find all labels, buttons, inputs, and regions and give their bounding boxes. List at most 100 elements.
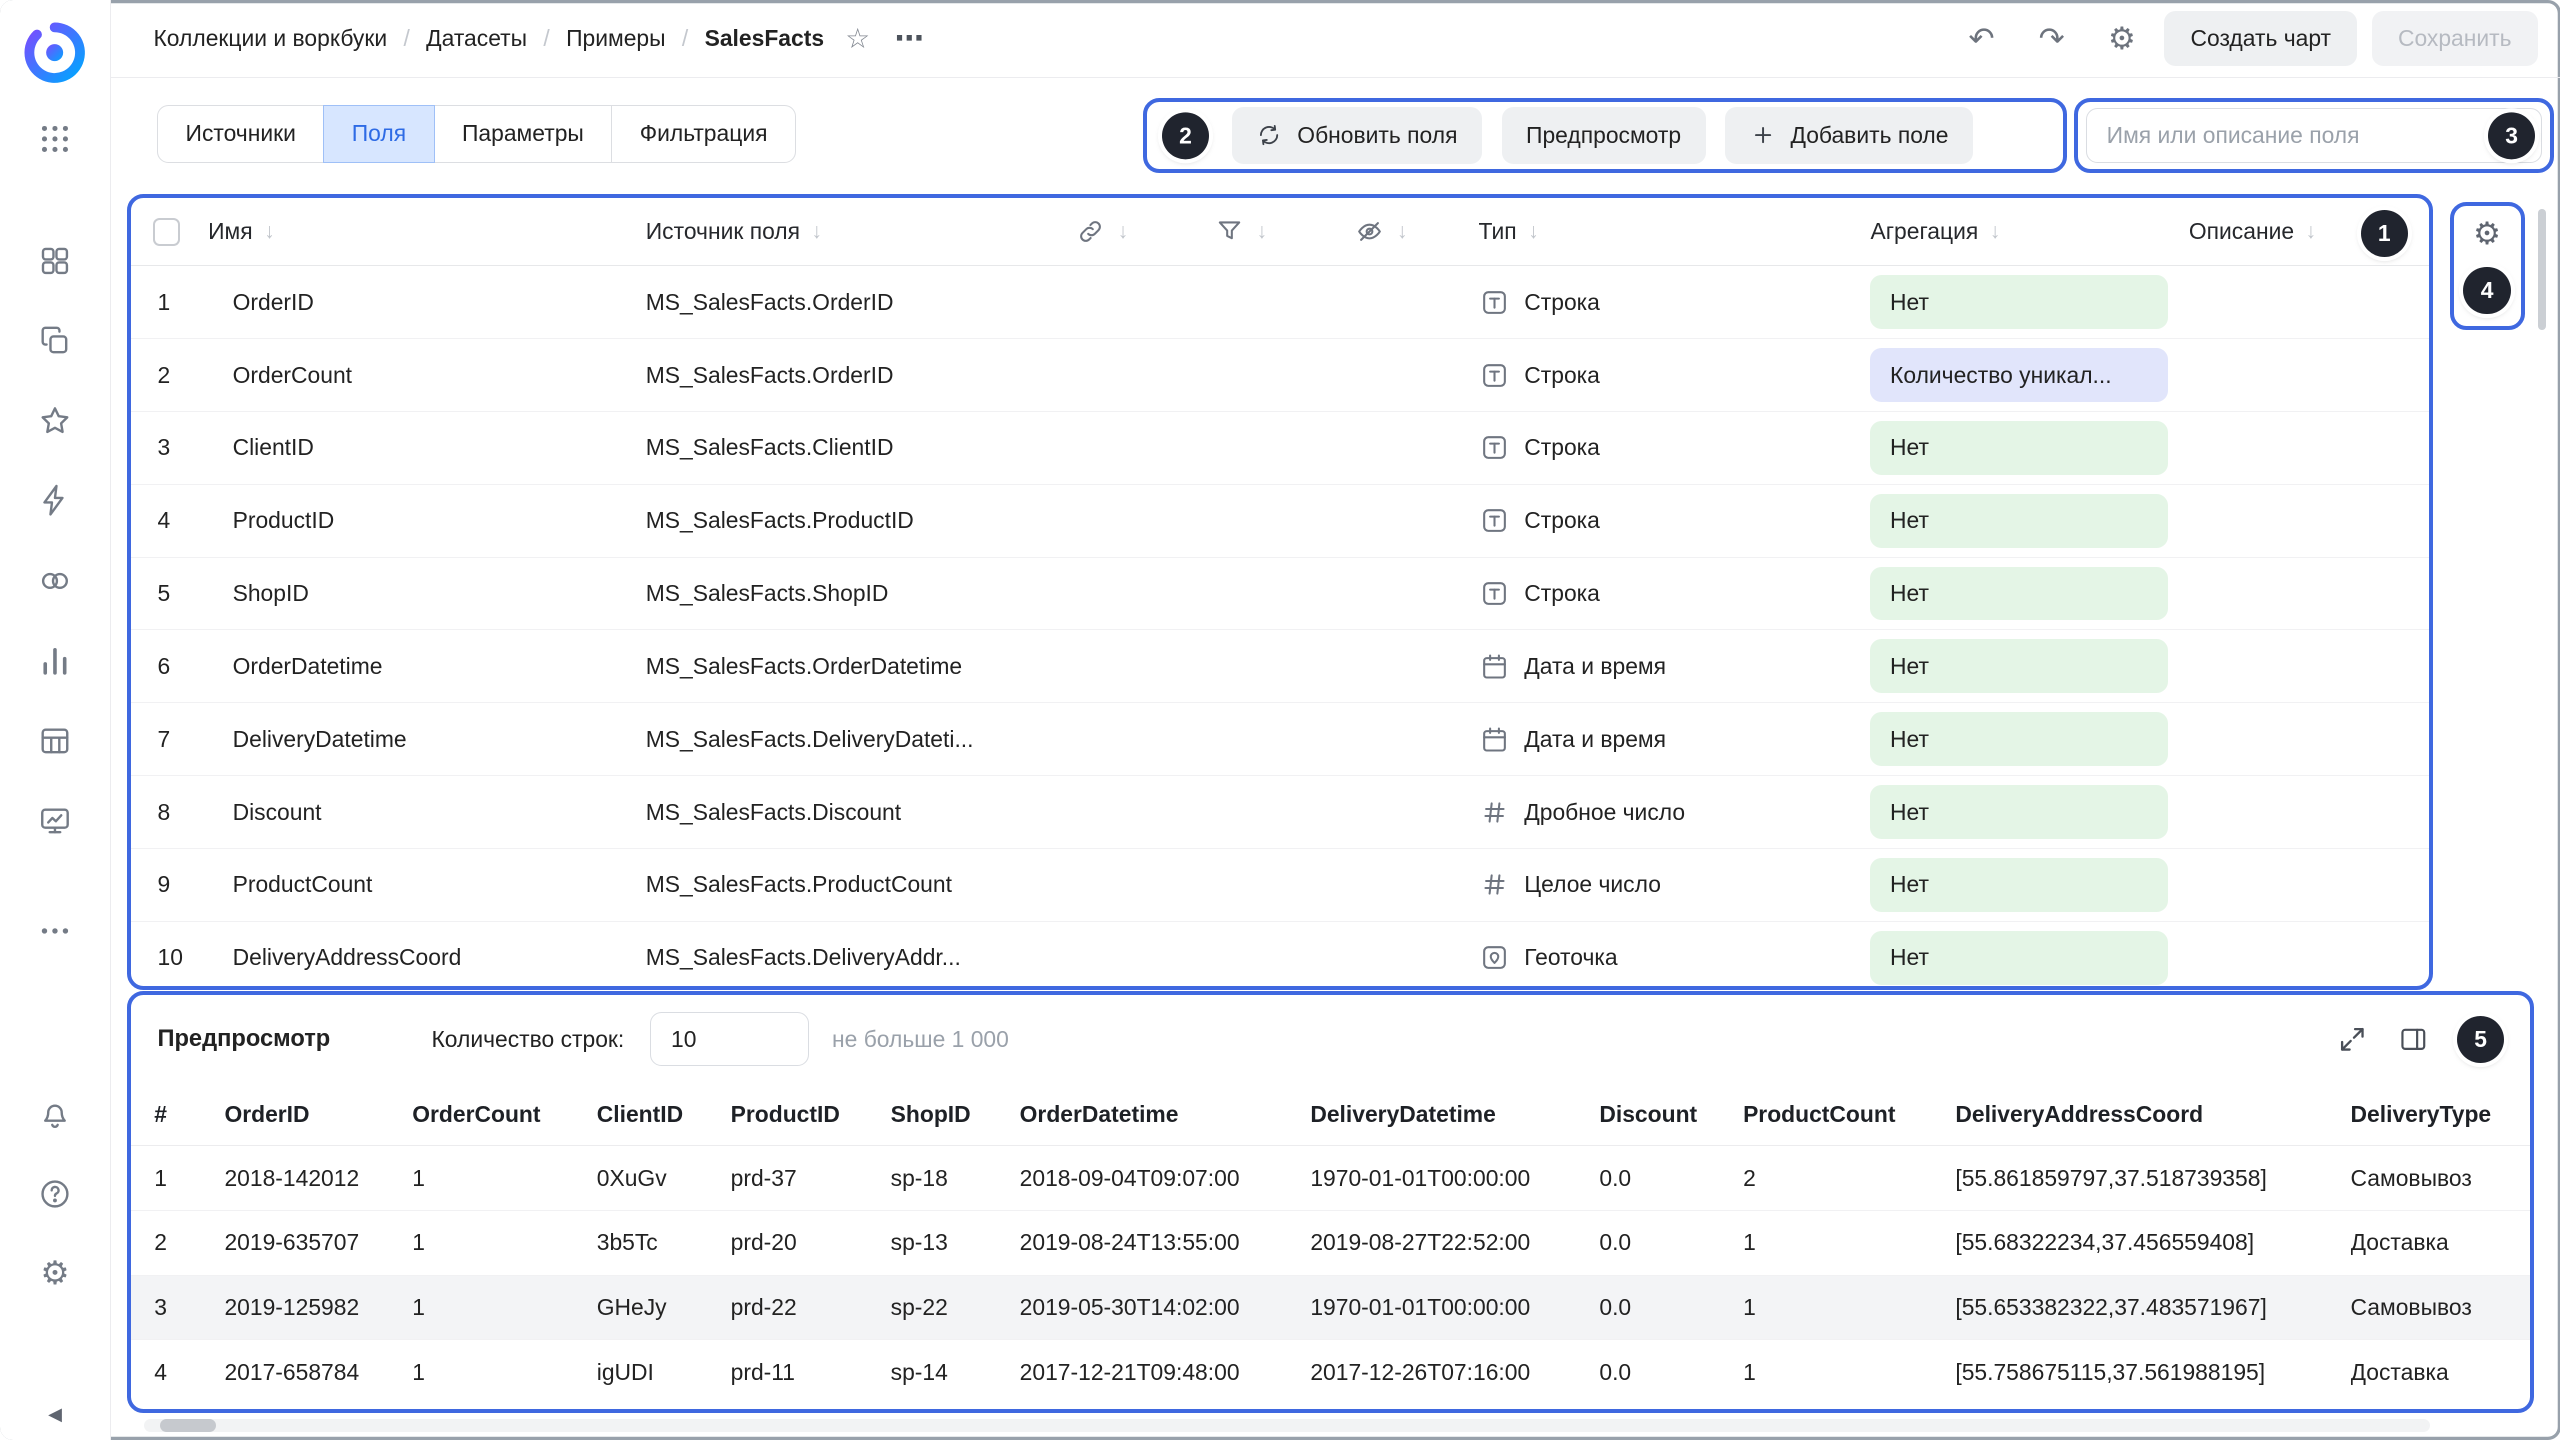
breadcrumb-item[interactable]: Примеры: [566, 25, 666, 52]
field-type-select[interactable]: Строка: [1479, 287, 1871, 318]
settings-gear-icon[interactable]: ⚙: [37, 1256, 73, 1292]
button-label: Предпросмотр: [1526, 122, 1681, 149]
sidebar-bottom-nav: ⚙: [37, 1096, 73, 1292]
field-type-select[interactable]: Дата и время: [1479, 724, 1871, 755]
field-type-select[interactable]: Строка: [1479, 360, 1871, 391]
notifications-bell-icon[interactable]: [37, 1096, 73, 1132]
field-name[interactable]: DeliveryDatetime: [208, 726, 646, 753]
aggregation-select[interactable]: Нет: [1870, 785, 2167, 839]
preview-cell: sp-14: [891, 1359, 1020, 1386]
datalens-logo[interactable]: [22, 20, 87, 85]
add-field-button[interactable]: Добавить поле: [1725, 107, 1973, 164]
field-type-select[interactable]: Дата и время: [1479, 651, 1871, 682]
field-type-select[interactable]: Строка: [1479, 432, 1871, 463]
select-all-cell: [131, 218, 208, 246]
row-count-label: Количество строк:: [431, 1026, 624, 1053]
breadcrumb-more-button[interactable]: ⋯: [895, 24, 926, 53]
more-icon[interactable]: [37, 913, 73, 949]
aggregation-select[interactable]: Нет: [1870, 275, 2167, 329]
table-settings-button[interactable]: ⚙: [2473, 218, 2501, 249]
horizontal-scrollbar-thumb[interactable]: [160, 1419, 216, 1432]
aggregation-select[interactable]: Нет: [1870, 421, 2167, 475]
preview-cell: 1: [154, 1165, 224, 1192]
field-name[interactable]: Discount: [208, 799, 646, 826]
aggregation-select[interactable]: Нет: [1870, 931, 2167, 985]
expand-preview-button[interactable]: [2336, 1023, 2369, 1056]
aggregation-select[interactable]: Нет: [1870, 858, 2167, 912]
column-header-aggregation[interactable]: Агрегация ↓: [1870, 218, 2188, 245]
workbooks-icon[interactable]: [37, 323, 73, 359]
field-name[interactable]: ShopID: [208, 580, 646, 607]
field-type-select[interactable]: Геоточка: [1479, 942, 1871, 973]
tab-parameters[interactable]: Параметры: [433, 105, 612, 164]
preview-cell: prd-20: [731, 1229, 891, 1256]
field-row: 4ProductIDMS_SalesFacts.ProductIDСтрокаН…: [131, 485, 2429, 558]
field-type-select[interactable]: Дробное число: [1479, 797, 1871, 828]
field-search-input[interactable]: [2086, 108, 2542, 162]
redo-button[interactable]: ↷: [2024, 11, 2080, 67]
preview-button[interactable]: Предпросмотр: [1502, 107, 1706, 164]
breadcrumb-separator: /: [403, 25, 409, 52]
field-type-select[interactable]: Целое число: [1479, 869, 1871, 900]
field-source: MS_SalesFacts.ShopID: [646, 580, 1075, 607]
field-name[interactable]: DeliveryAddressCoord: [208, 944, 646, 971]
field-name[interactable]: OrderCount: [208, 362, 646, 389]
preview-column-header: DeliveryDatetime: [1310, 1101, 1599, 1128]
field-type-select[interactable]: Строка: [1479, 578, 1871, 609]
connections-icon[interactable]: [37, 483, 73, 519]
aggregation-select[interactable]: Нет: [1870, 712, 2167, 766]
undo-button[interactable]: ↶: [1954, 11, 2010, 67]
field-name[interactable]: ClientID: [208, 434, 646, 461]
dashboards-icon[interactable]: [37, 723, 73, 759]
charts-icon[interactable]: [37, 643, 73, 679]
settings-gear-button[interactable]: ⚙: [2094, 11, 2150, 67]
field-name[interactable]: OrderDatetime: [208, 653, 646, 680]
column-header-filter[interactable]: ↓: [1214, 216, 1354, 247]
column-header-type[interactable]: Тип ↓: [1479, 218, 1871, 245]
aggregation-select[interactable]: Нет: [1870, 494, 2167, 548]
favorites-icon[interactable]: [37, 403, 73, 439]
select-all-checkbox[interactable]: [153, 218, 181, 246]
refresh-icon: [1256, 122, 1282, 148]
sidebar-collapse-button[interactable]: ◀: [48, 1406, 62, 1424]
horizontal-scrollbar[interactable]: [144, 1419, 2430, 1432]
vertical-scrollbar[interactable]: [2538, 209, 2546, 330]
aggregation-select[interactable]: Количество уникал...: [1870, 348, 2167, 402]
breadcrumb-item[interactable]: Датасеты: [426, 25, 527, 52]
row-count-input[interactable]: [650, 1012, 809, 1066]
annotation-badge-2: 2: [1162, 112, 1209, 159]
tab-sources[interactable]: Источники: [157, 105, 325, 164]
column-header-hidden[interactable]: ↓: [1354, 216, 1478, 247]
field-name[interactable]: ProductID: [208, 507, 646, 534]
refresh-fields-button[interactable]: Обновить поля: [1232, 107, 1482, 164]
breadcrumb-item[interactable]: Коллекции и воркбуки: [153, 25, 387, 52]
column-header-name[interactable]: Имя ↓: [208, 218, 646, 245]
preview-title: Предпросмотр: [157, 1026, 330, 1053]
favorite-star-icon[interactable]: ☆: [845, 25, 870, 53]
field-type-select[interactable]: Строка: [1479, 505, 1871, 536]
help-icon[interactable]: [37, 1176, 73, 1212]
datasets-icon[interactable]: [37, 563, 73, 599]
sort-down-icon: ↓: [1118, 220, 1129, 244]
preview-cell: 2019-635707: [224, 1229, 412, 1256]
field-source: MS_SalesFacts.ClientID: [646, 434, 1075, 461]
collections-icon[interactable]: [37, 243, 73, 279]
apps-grid-icon[interactable]: [37, 121, 73, 157]
preview-cell: 4: [154, 1359, 224, 1386]
aggregation-select[interactable]: Нет: [1870, 567, 2167, 621]
field-row-number: 1: [131, 289, 208, 316]
field-name[interactable]: ProductCount: [208, 871, 646, 898]
field-name[interactable]: OrderID: [208, 289, 646, 316]
column-label-description: Описание: [2189, 218, 2294, 245]
tab-filtration[interactable]: Фильтрация: [611, 105, 796, 164]
field-row: 3ClientIDMS_SalesFacts.ClientIDСтрокаНет: [131, 412, 2429, 485]
column-header-link[interactable]: ↓: [1075, 216, 1214, 247]
tab-fields[interactable]: Поля: [323, 105, 435, 164]
create-chart-button[interactable]: Создать чарт: [2164, 11, 2357, 67]
preview-column-header: DeliveryType: [2351, 1101, 2531, 1128]
preview-layout-button[interactable]: [2397, 1023, 2430, 1056]
column-header-source[interactable]: Источник поля ↓: [646, 218, 1075, 245]
editor-icon[interactable]: [37, 803, 73, 839]
save-button[interactable]: Сохранить: [2372, 11, 2538, 67]
aggregation-select[interactable]: Нет: [1870, 639, 2167, 693]
